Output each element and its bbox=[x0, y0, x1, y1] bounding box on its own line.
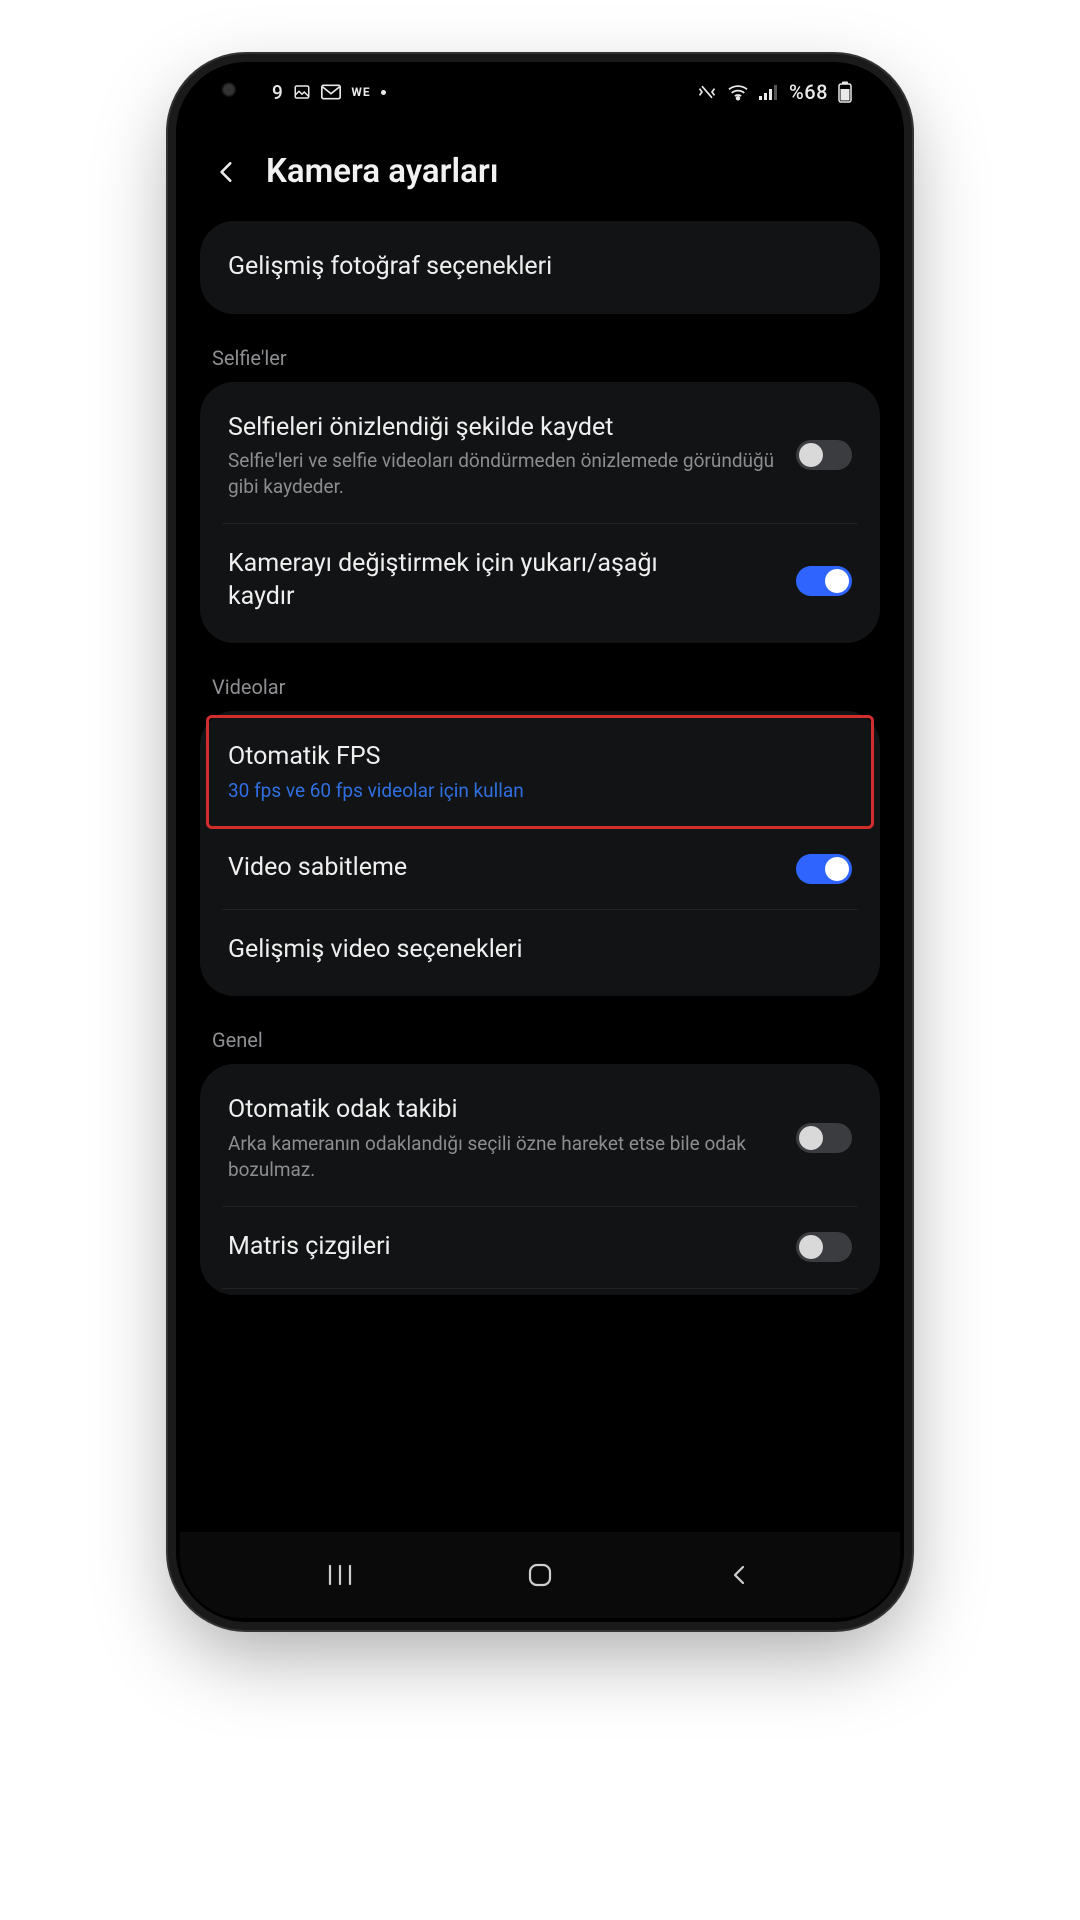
home-icon bbox=[526, 1561, 554, 1589]
statusbar: 9 WE %68 bbox=[180, 66, 900, 118]
nav-back-button[interactable] bbox=[705, 1563, 775, 1587]
statusbar-time-fragment: 9 bbox=[272, 81, 283, 104]
camera-notch bbox=[218, 80, 242, 104]
signal-icon bbox=[759, 84, 779, 100]
recents-icon bbox=[326, 1564, 354, 1586]
row-text: Video sabitleme bbox=[228, 852, 778, 885]
vibrate-icon bbox=[697, 83, 717, 101]
nav-recents-button[interactable] bbox=[305, 1564, 375, 1586]
row-advanced-video-options[interactable]: Gelişmiş video seçenekleri bbox=[200, 910, 880, 991]
content: Gelişmiş fotoğraf seçenekleri Selfie'ler… bbox=[180, 221, 900, 1532]
row-save-selfies-as-previewed[interactable]: Selfieleri önizlendiği şekilde kaydet Se… bbox=[200, 388, 880, 524]
statusbar-right: %68 bbox=[697, 80, 852, 104]
group-label-videos: Videolar bbox=[200, 655, 880, 711]
card-selfies: Selfieleri önizlendiği şekilde kaydet Se… bbox=[200, 382, 880, 644]
row-title: Video sabitleme bbox=[228, 852, 778, 885]
toggle-swipe-to-switch-camera[interactable] bbox=[796, 566, 852, 596]
row-grid-lines[interactable]: Matris çizgileri bbox=[200, 1207, 880, 1288]
row-title: Kamerayı değiştirmek için yukarı/aşağı k… bbox=[228, 548, 668, 613]
card-general: Otomatik odak takibi Arka kameranın odak… bbox=[200, 1064, 880, 1294]
group-label-general: Genel bbox=[200, 1008, 880, 1064]
row-text: Selfieleri önizlendiği şekilde kaydet Se… bbox=[228, 412, 778, 500]
statusbar-left: 9 WE bbox=[272, 81, 386, 104]
battery-icon bbox=[838, 81, 852, 103]
page-header: Kamera ayarları bbox=[180, 118, 900, 221]
row-subtitle: Selfie'leri ve selfie videoları döndürme… bbox=[228, 448, 778, 499]
toggle-video-stabilization[interactable] bbox=[796, 854, 852, 884]
card-videos: Otomatik FPS 30 fps ve 60 fps videolar i… bbox=[200, 711, 880, 996]
more-notifications-dot-icon bbox=[381, 90, 386, 95]
chevron-left-icon bbox=[728, 1563, 752, 1587]
screen: 9 WE %68 bbox=[180, 66, 900, 1618]
row-swipe-to-switch-camera[interactable]: Kamerayı değiştirmek için yukarı/aşağı k… bbox=[200, 524, 880, 637]
row-auto-focus-tracking[interactable]: Otomatik odak takibi Arka kameranın odak… bbox=[200, 1070, 880, 1206]
row-title: Otomatik FPS bbox=[228, 741, 852, 774]
row-text: Otomatik odak takibi Arka kameranın odak… bbox=[228, 1094, 778, 1182]
row-text: Matris çizgileri bbox=[228, 1231, 778, 1264]
separator bbox=[222, 1288, 858, 1289]
mail-icon bbox=[321, 84, 341, 100]
row-text: Otomatik FPS 30 fps ve 60 fps videolar i… bbox=[228, 741, 852, 803]
device-frame: 9 WE %68 bbox=[176, 62, 904, 1622]
row-auto-fps[interactable]: Otomatik FPS 30 fps ve 60 fps videolar i… bbox=[208, 717, 872, 827]
image-icon bbox=[293, 83, 311, 101]
page-title: Kamera ayarları bbox=[266, 152, 499, 191]
group-label-selfies: Selfie'ler bbox=[200, 326, 880, 382]
wifi-icon bbox=[727, 83, 749, 101]
row-subtitle: Arka kameranın odaklandığı seçili özne h… bbox=[228, 1131, 778, 1182]
row-title: Gelişmiş fotoğraf seçenekleri bbox=[228, 251, 852, 284]
row-advanced-photo-options[interactable]: Gelişmiş fotoğraf seçenekleri bbox=[200, 227, 880, 308]
row-text: Gelişmiş video seçenekleri bbox=[228, 934, 852, 967]
nav-home-button[interactable] bbox=[505, 1561, 575, 1589]
toggle-auto-focus-tracking[interactable] bbox=[796, 1123, 852, 1153]
card-intro: Gelişmiş fotoğraf seçenekleri bbox=[200, 221, 880, 314]
row-text: Kamerayı değiştirmek için yukarı/aşağı k… bbox=[228, 548, 778, 613]
row-text: Gelişmiş fotoğraf seçenekleri bbox=[228, 251, 852, 284]
row-subtitle: 30 fps ve 60 fps videolar için kullan bbox=[228, 778, 852, 804]
row-title: Gelişmiş video seçenekleri bbox=[228, 934, 852, 967]
toggle-save-selfies-as-previewed[interactable] bbox=[796, 440, 852, 470]
back-button[interactable] bbox=[208, 153, 246, 191]
battery-text: %68 bbox=[789, 80, 828, 104]
row-title: Matris çizgileri bbox=[228, 1231, 778, 1264]
system-navbar bbox=[180, 1532, 900, 1618]
row-title: Otomatik odak takibi bbox=[228, 1094, 778, 1127]
toggle-grid-lines[interactable] bbox=[796, 1232, 852, 1262]
row-title: Selfieleri önizlendiği şekilde kaydet bbox=[228, 412, 778, 445]
row-video-stabilization[interactable]: Video sabitleme bbox=[200, 828, 880, 909]
we-label: WE bbox=[351, 85, 370, 99]
chevron-left-icon bbox=[214, 159, 240, 185]
